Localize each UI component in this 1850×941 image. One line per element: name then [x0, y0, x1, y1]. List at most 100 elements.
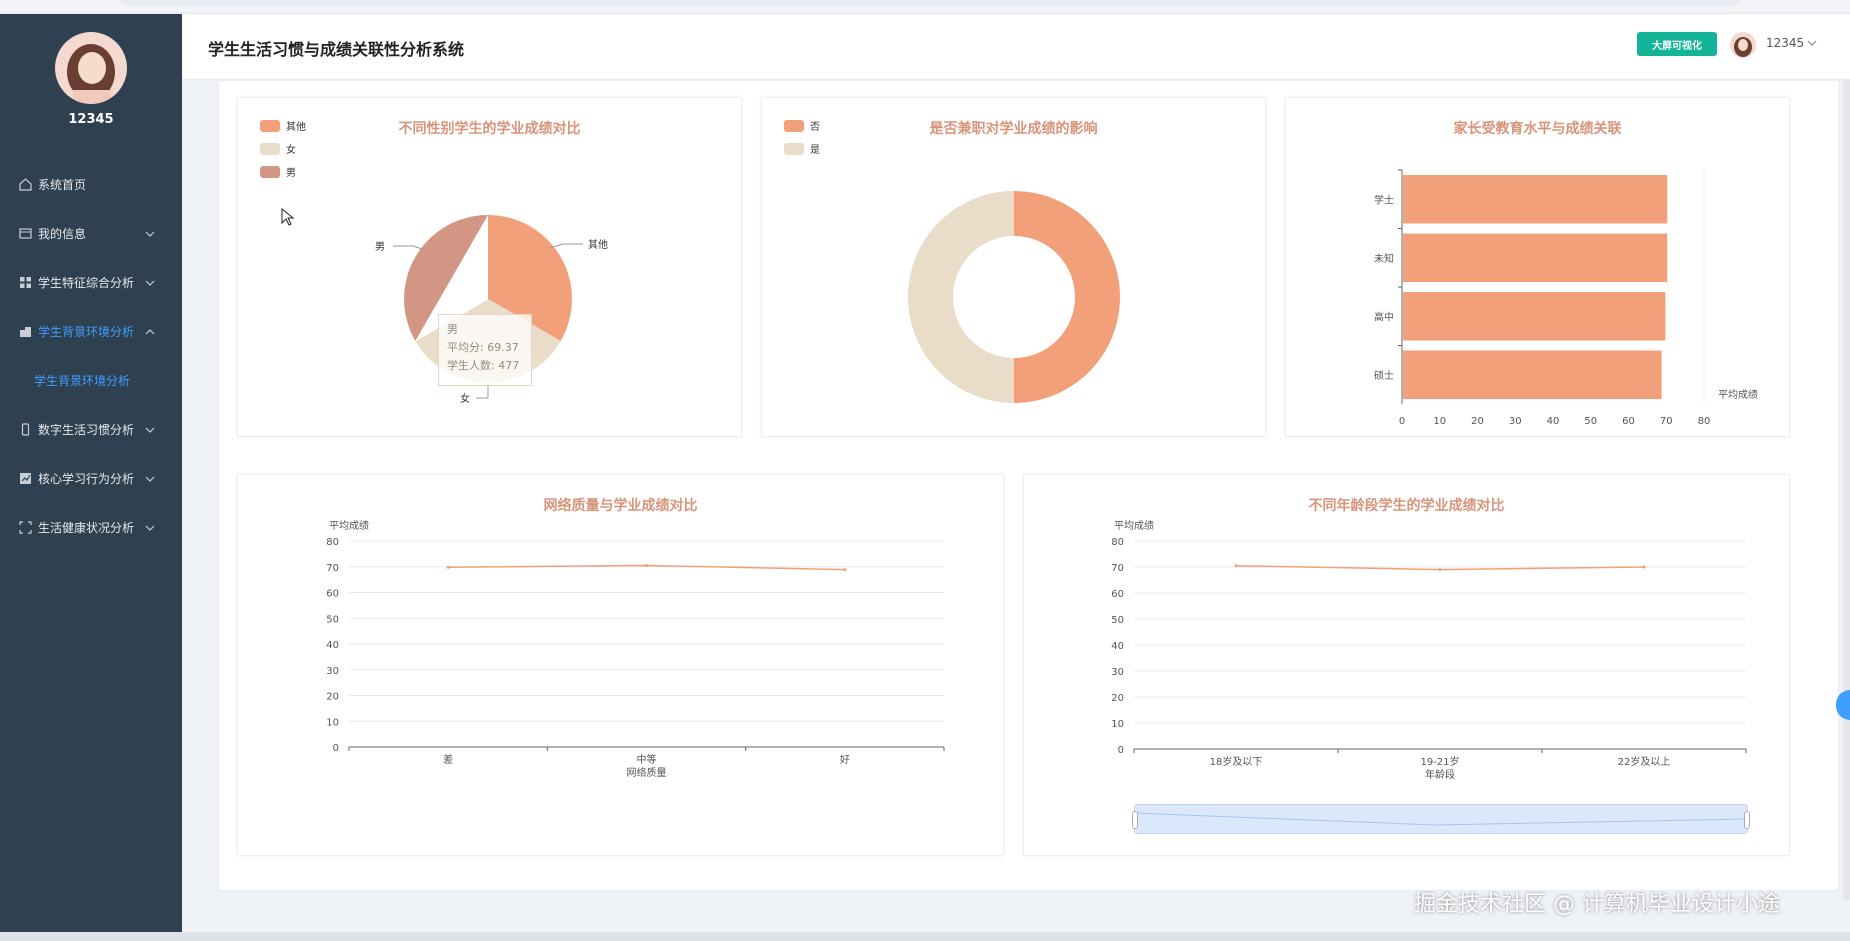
donut-slice-yes[interactable]	[908, 191, 1014, 403]
bar	[1403, 292, 1666, 341]
data-zoom-slider[interactable]	[1132, 804, 1750, 834]
chevron-down-icon[interactable]	[1807, 38, 1817, 48]
watermark: 掘金技术社区 @ 计算机毕业设计小途	[1414, 892, 1780, 917]
sidebar: 12345 系统首页 我的信息 学生特征综合分析 学生背景环境分析 学生背景环境…	[0, 14, 182, 934]
y-tick-label: 未知	[1374, 252, 1394, 265]
age-chart-card: 不同年龄段学生的学业成绩对比 平均成绩 0 10 20 30 40 50 60 70 80 18岁及…	[1023, 474, 1790, 856]
x-tick-label: 70	[1660, 416, 1673, 427]
home-icon	[18, 178, 32, 192]
gender-pie-svg: 其他 男 女	[375, 215, 608, 405]
sidebar-menu: 系统首页 我的信息 学生特征综合分析 学生背景环境分析 学生背景环境分析 数字生…	[0, 160, 182, 552]
sidebar-item-label: 我的信息	[38, 227, 87, 241]
x-axis-label: 平均成绩	[1718, 388, 1758, 401]
chart-icon	[18, 472, 32, 486]
network-chart-card: 网络质量与学业成绩对比 平均成绩 0 10 20 30 40 50 60 70 80 差中等好网络质…	[237, 474, 1004, 856]
y-tick-label: 70	[326, 563, 339, 574]
sidebar-subitem-background[interactable]: 学生背景环境分析	[0, 356, 182, 405]
tooltip-title: 男	[447, 323, 458, 336]
x-axis-label: 年龄段	[1425, 768, 1455, 781]
y-axis-label: 平均成绩	[1114, 519, 1154, 532]
bar	[1403, 175, 1668, 224]
header-avatar[interactable]	[1730, 32, 1756, 58]
y-tick-label: 30	[326, 666, 339, 677]
grid-icon	[18, 276, 32, 290]
x-tick-label: 80	[1698, 416, 1711, 427]
vertical-scrollbar[interactable]	[1843, 80, 1850, 900]
donut-slice-no[interactable]	[1014, 191, 1120, 403]
browser-top-strip	[0, 0, 1850, 14]
pie-label-other: 其他	[588, 238, 608, 251]
parttime-donut-svg	[908, 191, 1120, 403]
data-point	[446, 565, 450, 569]
header-username[interactable]: 12345	[1766, 36, 1804, 50]
data-point	[1438, 568, 1442, 572]
data-point	[645, 563, 648, 567]
sidebar-item-study-behavior[interactable]: 核心学习行为分析	[0, 454, 182, 503]
y-tick-label: 40	[326, 640, 339, 651]
y-axis-label: 平均成绩	[329, 519, 369, 532]
tooltip-line: 平均分: 69.37	[447, 341, 519, 354]
avatar[interactable]	[55, 32, 127, 104]
label-line-male	[393, 245, 426, 251]
sidebar-item-label: 生活健康状况分析	[38, 521, 135, 535]
sidebar-item-home[interactable]: 系统首页	[0, 160, 182, 209]
data-zoom-handle-left[interactable]	[1132, 811, 1138, 829]
y-tick-label: 学士	[1374, 193, 1394, 206]
pie-label-male: 男	[375, 241, 385, 253]
chevron-up-icon	[145, 329, 155, 335]
x-tick-label: 30	[1509, 416, 1522, 427]
sidebar-item-background[interactable]: 学生背景环境分析	[0, 307, 182, 356]
x-tick-label: 0	[1399, 416, 1405, 427]
data-point	[1234, 564, 1238, 568]
network-line-svg: 平均成绩 0 10 20 30 40 50 60 70 80 差 中等 好网络质量	[326, 519, 945, 779]
tooltip-line: 学生人数: 477	[447, 359, 520, 372]
big-screen-button[interactable]: 大屏可视化	[1637, 32, 1717, 56]
horizontal-scrollbar[interactable]	[0, 932, 1850, 941]
data-zoom-handle-right[interactable]	[1744, 811, 1750, 829]
age-line-svg: 平均成绩 0 10 20 30 40 50 60 70 80 18岁及以下 19-21岁 22岁及以上年…	[1111, 519, 1747, 781]
main-content: 不同性别学生的学业成绩对比 其他 女 男 其他 男 女 男 平均分: 69.37…	[218, 80, 1839, 891]
sidebar-item-label: 学生特征综合分析	[38, 276, 135, 290]
label-line-other	[549, 243, 583, 249]
x-tick-label: 18岁及以下	[1210, 755, 1263, 768]
x-axis-label: 网络质量	[627, 766, 667, 779]
x-tick-label: 差	[443, 753, 453, 766]
y-tick-label: 10	[326, 717, 339, 728]
building-icon	[18, 325, 32, 339]
data-zoom-preview	[1134, 812, 1750, 826]
chevron-down-icon	[145, 476, 155, 482]
parent-edu-bar-svg: 学士未知高中硕士 0 10 20 30 40 50 60 70 80 平均成绩	[1374, 169, 1758, 427]
y-tick-label: 60	[326, 589, 339, 600]
y-tick-label: 80	[326, 537, 339, 548]
sidebar-subitem-label: 学生背景环境分析	[34, 374, 131, 388]
sidebar-item-digital-habits[interactable]: 数字生活习惯分析	[0, 405, 182, 454]
y-tick-label: 50	[1111, 615, 1124, 626]
sidebar-item-health[interactable]: 生活健康状况分析	[0, 503, 182, 552]
x-tick-label: 60	[1622, 416, 1635, 427]
pie-label-female: 女	[460, 392, 470, 405]
browser-tab-bar	[120, 0, 1740, 6]
sidebar-item-label: 数字生活习惯分析	[38, 423, 135, 437]
x-tick-label: 40	[1547, 416, 1560, 427]
id-card-icon	[18, 227, 32, 241]
y-tick-label: 20	[1111, 693, 1124, 704]
chevron-down-icon	[145, 525, 155, 531]
y-tick-label: 30	[1111, 667, 1124, 678]
y-tick-label: 80	[1111, 537, 1124, 548]
sidebar-item-student-features[interactable]: 学生特征综合分析	[0, 258, 182, 307]
gender-chart-card: 不同性别学生的学业成绩对比 其他 女 男 其他 男 女 男 平均分: 69.37…	[237, 97, 742, 437]
data-point	[1642, 565, 1646, 569]
sidebar-item-my-info[interactable]: 我的信息	[0, 209, 182, 258]
pie-tooltip: 男 平均分: 69.37 学生人数: 477	[438, 314, 532, 386]
sidebar-username: 12345	[68, 112, 114, 127]
phone-icon	[18, 423, 32, 437]
chevron-down-icon	[145, 231, 155, 237]
mouse-cursor-icon	[281, 208, 295, 226]
sidebar-item-label: 学生背景环境分析	[38, 325, 135, 339]
sidebar-item-label: 系统首页	[38, 178, 87, 192]
top-header: 学生生活习惯与成绩关联性分析系统 大屏可视化 12345	[182, 14, 1850, 80]
parttime-chart-card: 是否兼职对学业成绩的影响 否 是	[761, 97, 1266, 437]
chevron-down-icon	[145, 427, 155, 433]
y-tick-label: 0	[1118, 745, 1124, 756]
y-tick-label: 50	[326, 614, 339, 625]
